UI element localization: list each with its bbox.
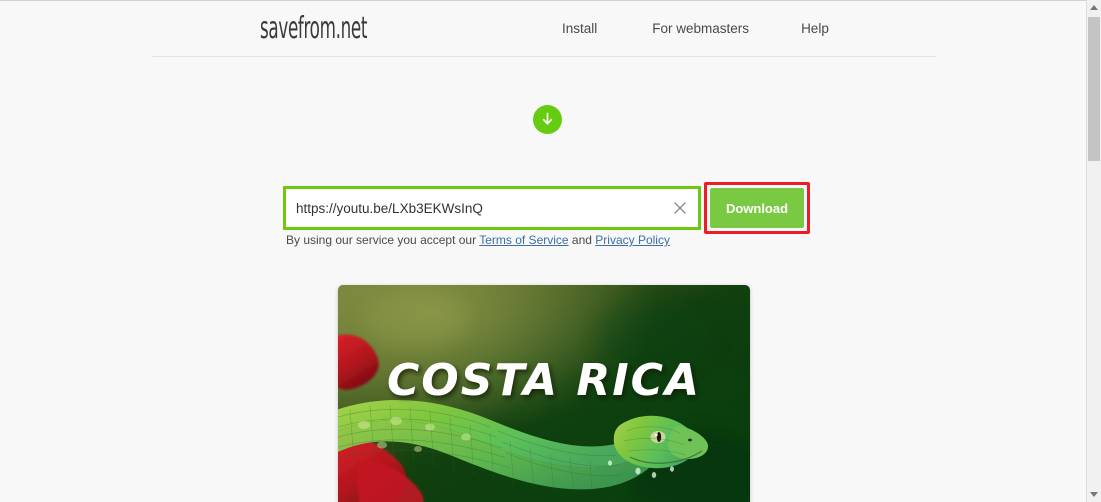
privacy-policy-link[interactable]: Privacy Policy xyxy=(595,233,670,247)
terms-of-service-link[interactable]: Terms of Service xyxy=(479,233,568,247)
terms-acceptance-text: By using our service you accept our Term… xyxy=(286,233,670,247)
video-thumbnail-image: COSTA RICA xyxy=(338,285,750,502)
scroll-down-arrow-icon[interactable] xyxy=(1087,487,1101,502)
video-thumbnail[interactable]: COSTA RICA xyxy=(338,285,750,502)
svg-text:COSTA RICA: COSTA RICA xyxy=(387,355,701,406)
vertical-scrollbar[interactable] xyxy=(1086,0,1101,502)
nav-item-install[interactable]: Install xyxy=(562,21,597,36)
nav-item-for-webmasters[interactable]: For webmasters xyxy=(652,21,749,36)
download-arrow-badge[interactable] xyxy=(533,105,562,134)
main-navigation: Install For webmasters Help xyxy=(562,21,829,36)
download-button[interactable]: Download xyxy=(710,188,804,228)
url-input[interactable] xyxy=(296,189,666,227)
thumbnail-title-text: COSTA RICA xyxy=(387,355,701,406)
url-input-container[interactable] xyxy=(283,186,701,230)
terms-prefix: By using our service you accept our xyxy=(286,233,480,247)
nav-item-help[interactable]: Help xyxy=(801,21,829,36)
clear-x-icon[interactable] xyxy=(672,200,688,216)
terms-conjunction: and xyxy=(568,233,596,247)
download-arrow-icon xyxy=(542,112,553,125)
scrollbar-thumb[interactable] xyxy=(1088,17,1100,161)
savefrom-logo[interactable]: savefrom.net xyxy=(260,11,367,46)
browser-page-viewport: savefrom.net Install For webmasters Help… xyxy=(0,0,1086,502)
site-header: savefrom.net Install For webmasters Help xyxy=(152,1,936,57)
scroll-up-arrow-icon[interactable] xyxy=(1087,0,1101,15)
